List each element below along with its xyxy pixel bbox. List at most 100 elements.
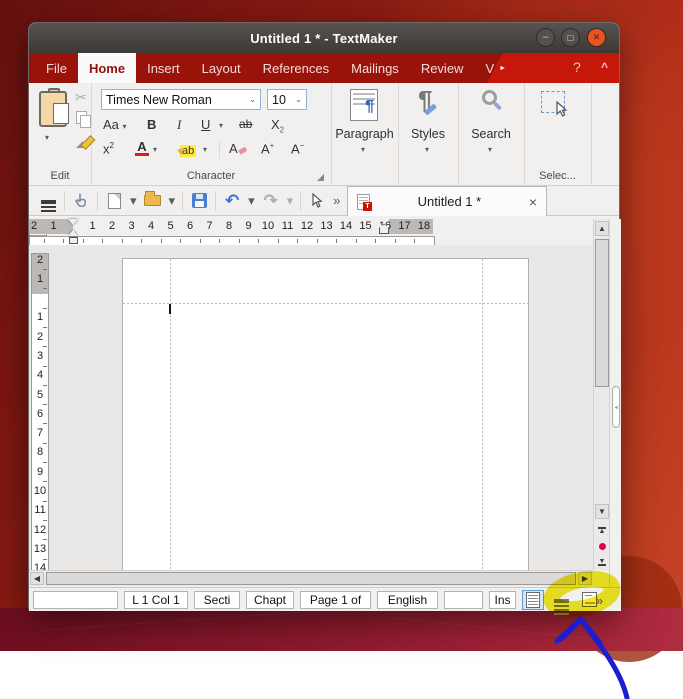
- toolbar-overflow-button[interactable]: »: [333, 193, 340, 208]
- font-name-combo[interactable]: Times New Roman ⌄: [101, 89, 261, 110]
- new-document-button[interactable]: [105, 191, 123, 211]
- horizontal-scroll-thumb[interactable]: [46, 572, 576, 585]
- italic-button[interactable]: I: [177, 117, 181, 133]
- font-size-combo[interactable]: 10 ⌄: [267, 89, 307, 110]
- menu-tab-review[interactable]: Review: [410, 53, 475, 83]
- save-button[interactable]: [190, 191, 208, 211]
- select-objects-button[interactable]: [541, 91, 565, 113]
- status-line-col[interactable]: L 1 Col 1: [124, 591, 188, 609]
- scroll-left-button[interactable]: ◀: [30, 572, 44, 585]
- chevron-down-icon[interactable]: ⌄: [295, 95, 302, 104]
- redo-button[interactable]: ↷: [262, 191, 280, 211]
- menu-tab-home[interactable]: Home: [78, 53, 136, 83]
- toolbar-separator: [64, 191, 65, 211]
- bold-button[interactable]: B: [147, 117, 156, 132]
- superscript-button[interactable]: x2: [103, 141, 114, 156]
- document-tab[interactable]: T Untitled 1 * ×: [347, 186, 547, 216]
- close-button[interactable]: ✕: [587, 28, 606, 47]
- tab-close-button[interactable]: ×: [529, 194, 537, 210]
- search-dropdown-icon[interactable]: ▾: [488, 145, 492, 154]
- change-case-button[interactable]: Aa ▾: [103, 117, 127, 132]
- paste-button[interactable]: ▾: [29, 83, 75, 149]
- left-indent-marker[interactable]: [68, 219, 78, 244]
- menu-tab-v[interactable]: V►: [474, 53, 519, 83]
- shrink-font-button[interactable]: A−: [291, 141, 304, 156]
- redo-dropdown-icon[interactable]: ▾: [287, 193, 294, 209]
- superscript-icon: 2: [110, 141, 114, 150]
- help-button[interactable]: ?: [573, 59, 581, 75]
- bold-icon: B: [147, 117, 156, 132]
- menu-tab-references[interactable]: References: [252, 53, 340, 83]
- menu-tab-mailings[interactable]: Mailings: [340, 53, 410, 83]
- menu-tab-label: Insert: [147, 61, 180, 76]
- menu-tab-layout[interactable]: Layout: [191, 53, 252, 83]
- maximize-button[interactable]: ▢: [561, 28, 580, 47]
- character-dialog-launcher[interactable]: [317, 174, 324, 181]
- strikethrough-button[interactable]: ab: [239, 117, 252, 131]
- next-page-button[interactable]: ▼: [595, 555, 609, 569]
- menu-tab-file[interactable]: File: [35, 53, 78, 83]
- continuous-view-button[interactable]: [550, 590, 572, 610]
- character-group-label: Character: [91, 168, 331, 184]
- collapse-ribbon-button[interactable]: ^: [601, 60, 608, 74]
- vertical-ruler[interactable]: 211234567891011121314: [31, 253, 49, 570]
- vertical-scroll-thumb[interactable]: [595, 239, 609, 387]
- chevron-down-icon[interactable]: ▾: [123, 122, 127, 131]
- cut-button[interactable]: ✂: [75, 89, 87, 106]
- grow-font-button[interactable]: A+: [261, 141, 274, 156]
- menu-overflow-arrow-icon[interactable]: ►: [497, 62, 508, 75]
- close-icon: ✕: [593, 33, 601, 42]
- styles-dropdown-icon[interactable]: ▾: [425, 145, 429, 154]
- new-document-dropdown-icon[interactable]: ▾: [130, 193, 137, 209]
- font-color-dropdown-icon[interactable]: ▾: [153, 145, 157, 154]
- open-file-dropdown-icon[interactable]: ▾: [169, 193, 176, 209]
- status-extra[interactable]: [33, 591, 118, 609]
- statusbar-overflow-button[interactable]: »: [596, 593, 603, 608]
- page-view-button[interactable]: [522, 590, 544, 610]
- hamburger-menu-button[interactable]: [39, 191, 57, 211]
- object-mode-button[interactable]: [308, 191, 326, 211]
- format-painter-button[interactable]: [75, 141, 91, 157]
- document-workspace[interactable]: 211234567891011121314: [29, 245, 593, 570]
- underline-button[interactable]: U: [201, 117, 210, 132]
- status-page[interactable]: Page 1 of: [300, 591, 371, 609]
- ruler-number: 8: [32, 446, 48, 458]
- highlight-button[interactable]: ab: [173, 141, 196, 159]
- title-bar[interactable]: Untitled 1 * - TextMaker: [29, 23, 619, 53]
- paste-dropdown-icon[interactable]: ▾: [45, 133, 49, 142]
- vertical-scrollbar[interactable]: ▲ ▼ ▲ ▼: [593, 219, 609, 570]
- open-file-button[interactable]: [144, 191, 162, 211]
- document-page[interactable]: [122, 258, 529, 570]
- menu-tab-label: File: [46, 61, 67, 76]
- highlight-dropdown-icon[interactable]: ▾: [203, 145, 207, 154]
- sidebar-toggle-handle[interactable]: ◂: [612, 386, 620, 428]
- scroll-down-button[interactable]: ▼: [595, 504, 609, 519]
- browse-object-button[interactable]: [595, 539, 609, 553]
- status-insert-mode[interactable]: Ins: [489, 591, 516, 609]
- styles-button[interactable]: ¶ Styles ▾: [398, 83, 458, 167]
- undo-dropdown-icon[interactable]: ▾: [248, 193, 255, 209]
- paragraph-dropdown-icon[interactable]: ▾: [361, 145, 365, 154]
- status-section[interactable]: Secti: [194, 591, 240, 609]
- status-zoom[interactable]: [444, 591, 483, 609]
- underline-dropdown-icon[interactable]: ▾: [219, 121, 223, 130]
- status-chapter[interactable]: Chapt: [246, 591, 294, 609]
- undo-button[interactable]: ↶: [223, 191, 241, 211]
- search-button[interactable]: Search ▾: [458, 83, 524, 167]
- touch-mode-button[interactable]: [72, 191, 90, 211]
- scroll-right-button[interactable]: ▶: [578, 572, 592, 585]
- paragraph-button[interactable]: ¶ Paragraph ▾: [331, 83, 398, 167]
- small-divider: [219, 141, 220, 159]
- copy-button[interactable]: [76, 111, 91, 128]
- subscript-button[interactable]: X2: [271, 117, 284, 135]
- clear-formatting-button[interactable]: A: [229, 141, 247, 156]
- previous-page-button[interactable]: ▲: [595, 523, 609, 537]
- status-language[interactable]: English: [377, 591, 438, 609]
- ruler-row: 21123456789101112131415161718: [29, 219, 621, 245]
- horizontal-scrollbar[interactable]: ◀ ▶: [29, 570, 593, 586]
- minimize-button[interactable]: –: [536, 28, 555, 47]
- chevron-down-icon[interactable]: ⌄: [249, 95, 256, 104]
- font-color-button[interactable]: A: [135, 139, 149, 156]
- scroll-up-button[interactable]: ▲: [595, 221, 609, 236]
- menu-tab-insert[interactable]: Insert: [136, 53, 191, 83]
